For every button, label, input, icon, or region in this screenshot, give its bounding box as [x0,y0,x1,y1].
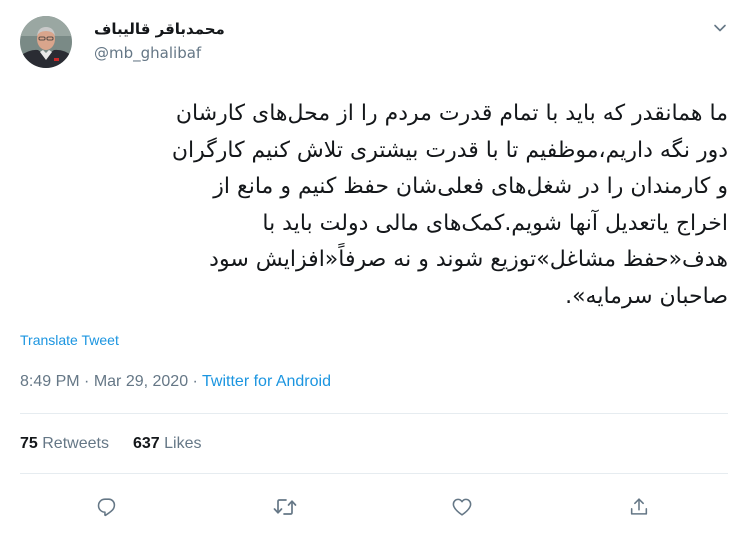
retweets-label: Retweets [42,435,109,452]
author-display-name[interactable]: محمدباقر قالیباف [94,19,225,39]
translate-tweet-link[interactable]: Translate Tweet [20,331,119,349]
tweet-text-line: اخراج یاتعدیل آنها شویم.کمک‌های مالی دول… [262,210,728,236]
tweet-text-line: و کارمندان را در شغل‌های فعلی‌شان حفظ کن… [213,174,728,199]
likes-stat[interactable]: 637 Likes [133,435,202,452]
author-handle[interactable]: @mb_ghalibaf [94,43,201,63]
tweet-text-line: ما همانقدر که باید با تمام قدرت مردم را … [175,101,728,126]
tweet-text-line: صاحبان سرمایه». [565,283,728,309]
tweet-text-line: دور نگه داریم،موظفیم تا با قدرت بیشتری ت… [171,137,728,163]
divider [20,473,728,474]
avatar[interactable] [20,16,72,68]
tweet-time[interactable]: 8:49 PM [20,373,80,390]
tweet-source-link[interactable]: Twitter for Android [202,373,331,390]
tweet-card: محمدباقر قالیباف @mb_ghalibaf ما همانقدر… [0,0,748,536]
retweets-stat[interactable]: 75 Retweets [20,435,109,452]
heart-icon [451,496,473,518]
share-icon [628,496,650,518]
chevron-down-icon[interactable] [710,18,730,38]
like-button[interactable] [445,490,479,524]
likes-label: Likes [164,435,202,452]
retweet-button[interactable] [268,490,302,524]
reply-icon [96,496,118,518]
action-bar [0,490,748,524]
tweet-date[interactable]: Mar 29, 2020 [94,373,188,390]
retweet-icon [273,496,297,518]
share-button[interactable] [622,490,656,524]
meta-separator: · [188,373,203,390]
divider [20,413,728,414]
likes-count: 637 [132,435,160,452]
tweet-text-line: هدف«حفظ مشاغل»توزیع شوند و نه صرفاً«افزا… [209,247,728,272]
engagement-stats: 75 Retweets 637 Likes [20,434,201,454]
meta-separator: · [79,373,94,390]
tweet-text: ما همانقدر که باید با تمام قدرت مردم را … [12,96,728,315]
retweets-count: 75 [20,435,38,452]
reply-button[interactable] [90,490,124,524]
tweet-metadata: 8:49 PM · Mar 29, 2020 · Twitter for And… [20,372,331,392]
